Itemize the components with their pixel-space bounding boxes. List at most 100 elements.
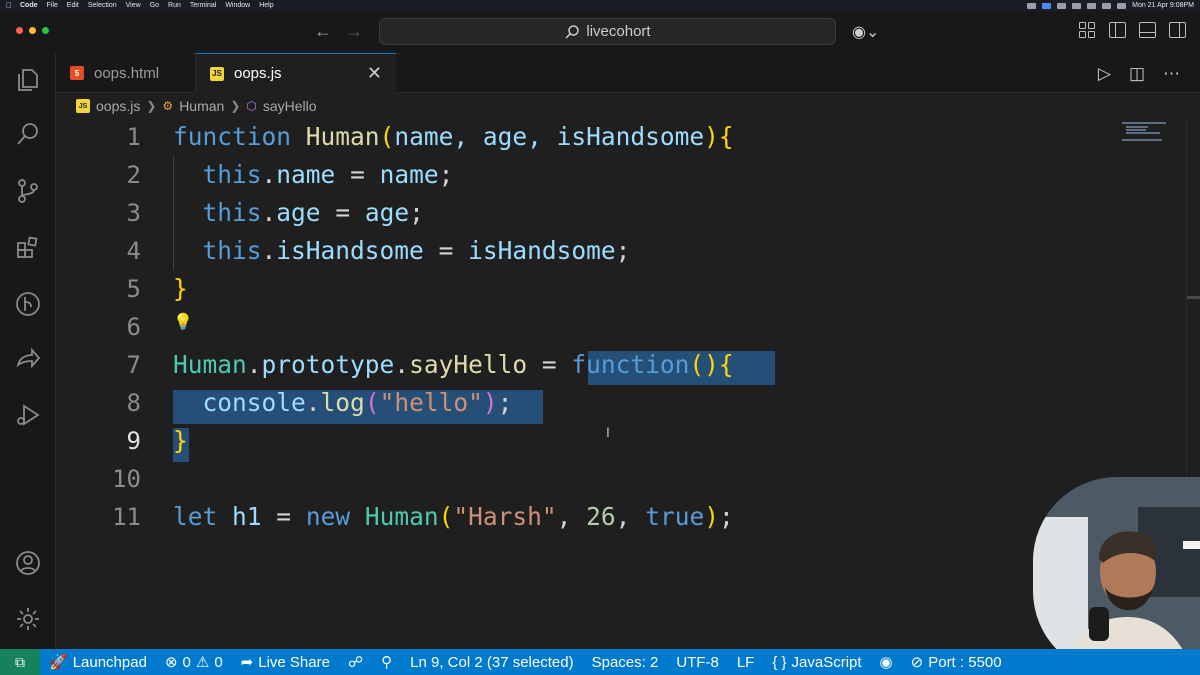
battery-icon[interactable] xyxy=(1072,2,1082,9)
code-line: 6 💡 xyxy=(56,308,1116,346)
extensions-icon[interactable] xyxy=(14,233,42,261)
code-text: function Human(name, age, isHandsome){ xyxy=(173,122,734,151)
command-center-search[interactable]: livecohort xyxy=(379,18,836,45)
activity-bar xyxy=(0,53,56,649)
tab-label: oops.html xyxy=(94,64,160,82)
customize-layout-icon[interactable] xyxy=(1079,22,1096,38)
menu-go[interactable]: Go xyxy=(150,2,159,9)
copilot-icon[interactable]: ◉⌄ xyxy=(852,22,879,42)
copilot-status-icon[interactable]: ◉ xyxy=(871,653,902,671)
live-share-icon: ➦ xyxy=(240,654,254,671)
wifi-icon[interactable] xyxy=(1087,2,1097,9)
menu-selection[interactable]: Selection xyxy=(88,2,117,9)
line-number: 6 xyxy=(126,313,141,341)
breadcrumb-method[interactable]: sayHello xyxy=(263,98,317,114)
code-line: 3 this.age = age; xyxy=(56,194,1116,232)
title-bar: ← → livecohort ◉⌄ xyxy=(0,11,1200,53)
close-icon[interactable]: ✕ xyxy=(367,63,382,84)
menu-app-name[interactable]: Code xyxy=(20,2,38,9)
run-icon[interactable]: ▷ xyxy=(1098,64,1111,84)
line-number: 3 xyxy=(126,199,141,227)
breadcrumb-file[interactable]: oops.js xyxy=(96,98,140,114)
minimize-window-button[interactable] xyxy=(29,27,36,34)
tray-icon[interactable] xyxy=(1057,2,1067,9)
cursor-position[interactable]: Ln 9, Col 2 (37 selected) xyxy=(401,654,582,671)
encoding[interactable]: UTF-8 xyxy=(667,654,728,671)
settings-gear-icon[interactable] xyxy=(14,605,42,633)
git-graph-status-icon[interactable]: ☍ xyxy=(339,653,372,671)
line-number: 10 xyxy=(112,465,141,493)
code-text: this.name = name; xyxy=(202,160,454,189)
split-editor-icon[interactable]: ◫ xyxy=(1129,64,1145,84)
tab-oops-html[interactable]: 5 oops.html xyxy=(56,53,196,93)
toggle-panel-icon[interactable] xyxy=(1139,22,1156,38)
line-number: 1 xyxy=(126,123,141,151)
menu-window[interactable]: Window xyxy=(225,2,250,9)
control-center-icon[interactable] xyxy=(1117,2,1127,9)
zoom-window-button[interactable] xyxy=(42,27,49,34)
menu-file[interactable]: File xyxy=(47,2,58,9)
code-text: } xyxy=(173,274,188,303)
code-line: 1 function Human(name, age, isHandsome){ xyxy=(56,118,1116,156)
code-text: this.isHandsome = isHandsome; xyxy=(202,236,631,265)
error-icon: ⊗ xyxy=(164,654,178,671)
macos-menu-bar:  Code File Edit Selection View Go Run T… xyxy=(0,0,1200,11)
tab-oops-js[interactable]: JS oops.js ✕ xyxy=(196,53,396,93)
toggle-primary-sidebar-icon[interactable] xyxy=(1109,22,1126,38)
back-arrow-icon[interactable]: ← xyxy=(314,21,332,42)
menu-terminal[interactable]: Terminal xyxy=(190,2,216,9)
tab-label: oops.js xyxy=(234,65,282,82)
launchpad-item[interactable]: 🚀 Launchpad xyxy=(40,653,156,672)
line-number: 4 xyxy=(126,237,141,265)
chevron-right-icon: ❯ xyxy=(146,99,157,113)
apple-icon[interactable]:  xyxy=(6,1,12,10)
minimap-line xyxy=(1126,126,1148,128)
code-text: let h1 = new Human("Harsh", 26, true); xyxy=(173,502,734,531)
menu-edit[interactable]: Edit xyxy=(67,2,79,9)
more-actions-icon[interactable]: ⋯ xyxy=(1163,64,1180,84)
menu-help[interactable]: Help xyxy=(259,2,273,9)
account-icon[interactable] xyxy=(14,549,42,577)
minimap-line xyxy=(1126,132,1160,134)
search-icon[interactable] xyxy=(14,120,42,148)
tray-icon[interactable] xyxy=(1042,2,1052,9)
menu-run[interactable]: Run xyxy=(168,2,181,9)
layout-controls xyxy=(1079,22,1186,38)
git-graph-icon[interactable] xyxy=(14,290,42,318)
language-mode[interactable]: { } JavaScript xyxy=(763,654,870,671)
warning-count: 0 xyxy=(214,653,223,671)
code-editor[interactable]: 1 function Human(name, age, isHandsome){… xyxy=(56,118,1116,649)
live-server-item[interactable]: ⊘ Port : 5500 xyxy=(902,653,1011,672)
remote-indicator-icon[interactable]: ⧉ xyxy=(0,649,40,675)
toggle-secondary-sidebar-icon[interactable] xyxy=(1169,22,1186,38)
minimap-line xyxy=(1126,129,1146,131)
zoom-icon[interactable]: ⚲ xyxy=(372,653,401,671)
class-symbol-icon: ⚙ xyxy=(162,99,174,113)
indentation[interactable]: Spaces: 2 xyxy=(583,654,668,671)
forward-arrow-icon[interactable]: → xyxy=(345,21,363,42)
warning-icon: ⚠ xyxy=(195,654,210,671)
source-control-icon[interactable] xyxy=(14,177,42,205)
problems-item[interactable]: ⊗ 0 ⚠ 0 xyxy=(156,653,232,672)
scroll-thumb[interactable] xyxy=(1187,296,1200,299)
code-line: 10 xyxy=(56,460,1116,498)
breadcrumb-symbol[interactable]: Human xyxy=(179,98,224,114)
search-icon xyxy=(565,24,580,39)
lightbulb-icon[interactable]: 💡 xyxy=(173,312,193,332)
launchpad-label: Launchpad xyxy=(72,653,147,671)
code-text: console.log("hello"); xyxy=(202,388,513,417)
line-number: 5 xyxy=(126,275,141,303)
spotlight-icon[interactable] xyxy=(1102,2,1112,9)
end-of-line[interactable]: LF xyxy=(728,654,764,671)
explorer-icon[interactable] xyxy=(14,66,42,94)
menu-clock[interactable]: Mon 21 Apr 9:08PM xyxy=(1132,2,1194,9)
tray-icon[interactable] xyxy=(1027,2,1037,9)
js-icon: JS xyxy=(76,99,90,113)
menu-view[interactable]: View xyxy=(126,2,141,9)
live-share-icon[interactable] xyxy=(14,345,42,373)
close-window-button[interactable] xyxy=(16,27,23,34)
code-line: 9 } xyxy=(56,422,1116,460)
status-bar: ⧉ 🚀 Launchpad ⊗ 0 ⚠ 0 ➦ Live Share ☍ ⚲ L… xyxy=(0,649,1200,675)
run-debug-icon[interactable] xyxy=(14,401,42,429)
live-share-item[interactable]: ➦ Live Share xyxy=(232,653,339,672)
